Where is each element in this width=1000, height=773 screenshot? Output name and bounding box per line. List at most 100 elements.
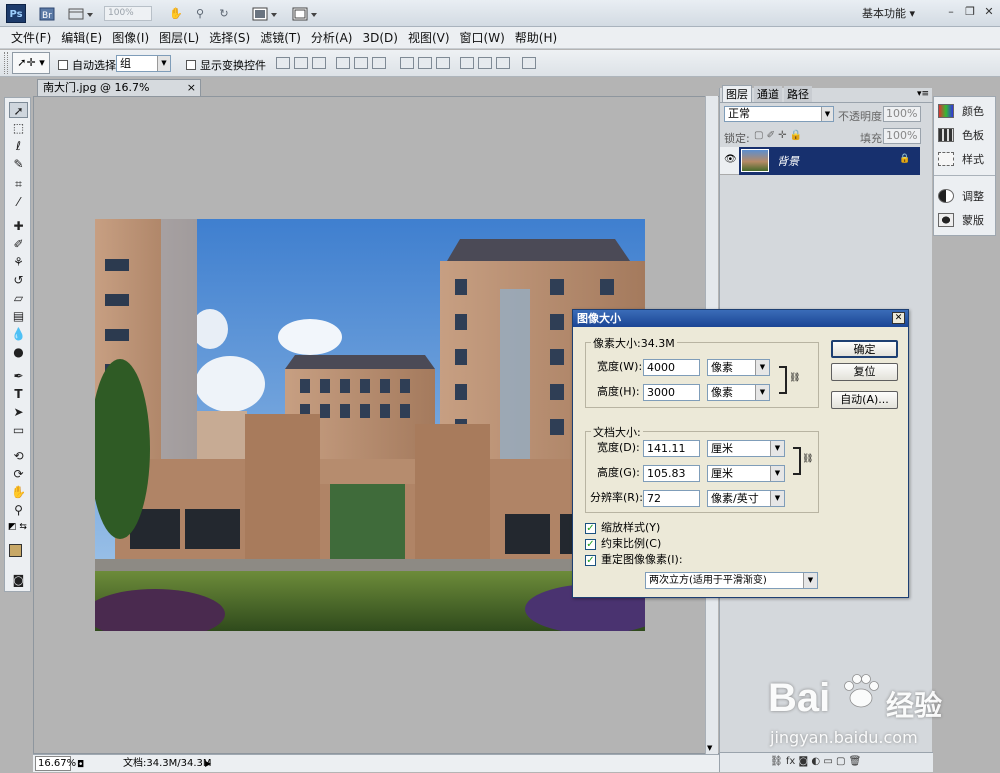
doc-width-unit-select[interactable]: 厘米 ▼ bbox=[707, 440, 785, 457]
gradient-tool-icon[interactable]: ▤ bbox=[9, 308, 28, 324]
menu-analysis[interactable]: 分析(A) bbox=[306, 27, 358, 49]
resolution-input[interactable]: 72 bbox=[643, 490, 700, 507]
resample-method-select[interactable]: 两次立方(适用于平滑渐变) ▼ bbox=[645, 572, 818, 589]
menu-edit[interactable]: 编辑(E) bbox=[56, 27, 107, 49]
adjustment-layer-icon[interactable]: ◐ bbox=[811, 756, 820, 767]
distribute-left-icon[interactable] bbox=[460, 57, 474, 69]
close-document-icon[interactable]: × bbox=[187, 80, 196, 96]
new-layer-icon[interactable]: ▢ bbox=[836, 756, 845, 767]
layer-row[interactable]: 👁 背景 🔒 bbox=[720, 147, 920, 175]
menu-filter[interactable]: 滤镜(T) bbox=[255, 27, 306, 49]
add-mask-icon[interactable]: ◙ bbox=[799, 756, 809, 767]
3d-rotate-tool-icon[interactable]: ⟲ bbox=[9, 448, 28, 464]
bridge-icon[interactable]: Br bbox=[36, 5, 58, 22]
align-bottom-icon[interactable] bbox=[312, 57, 326, 69]
minimize-icon[interactable]: – bbox=[943, 4, 959, 20]
hand-tool-icon[interactable]: ✋ bbox=[168, 5, 184, 22]
menu-layer[interactable]: 图层(L) bbox=[154, 27, 204, 49]
panel-color[interactable]: 颜色 bbox=[938, 101, 984, 121]
menu-help[interactable]: 帮助(H) bbox=[510, 27, 562, 49]
auto-align-icon[interactable] bbox=[522, 57, 536, 69]
status-arrow-icon[interactable]: ▶ bbox=[205, 756, 211, 772]
close-icon[interactable]: ✕ bbox=[981, 4, 997, 20]
document-tab[interactable]: 南大门.jpg @ 16.7%(RGB/8#) * × bbox=[37, 79, 201, 110]
pen-tool-icon[interactable]: ✒ bbox=[9, 368, 28, 384]
move-tool-icon[interactable]: ➚ bbox=[9, 102, 28, 118]
shape-tool-icon[interactable]: ▭ bbox=[9, 422, 28, 438]
panel-masks[interactable]: 蒙版 bbox=[938, 210, 984, 230]
zoom-level-combo[interactable]: 100% bbox=[104, 6, 152, 21]
layer-style-icon[interactable]: fx bbox=[786, 756, 795, 767]
restore-icon[interactable]: ❐ bbox=[962, 4, 978, 20]
dodge-tool-icon[interactable]: ● bbox=[9, 344, 28, 360]
history-brush-tool-icon[interactable]: ↺ bbox=[9, 272, 28, 288]
distribute-right-icon[interactable] bbox=[496, 57, 510, 69]
zoom-field[interactable]: 16.67% bbox=[35, 756, 76, 771]
align-left-icon[interactable] bbox=[336, 57, 350, 69]
hand-tool-icon[interactable]: ✋ bbox=[9, 484, 28, 500]
align-hcenter-icon[interactable] bbox=[354, 57, 368, 69]
zoom-tool-icon[interactable]: ⚲ bbox=[9, 502, 28, 518]
close-icon[interactable]: ✕ bbox=[892, 312, 905, 324]
delete-layer-icon[interactable]: 🗑 bbox=[849, 756, 862, 767]
menu-image[interactable]: 图像(I) bbox=[107, 27, 154, 49]
align-vcenter-icon[interactable] bbox=[294, 57, 308, 69]
constrain-proportions-checkbox[interactable]: ✓ bbox=[585, 538, 596, 550]
show-transform-checkbox[interactable] bbox=[186, 60, 196, 70]
visibility-eye-icon[interactable]: 👁 bbox=[724, 154, 737, 165]
reset-button[interactable]: 复位 bbox=[831, 363, 898, 381]
resolution-unit-select[interactable]: 像素/英寸 ▼ bbox=[707, 490, 785, 507]
blur-tool-icon[interactable]: 💧 bbox=[9, 326, 28, 342]
scale-styles-checkbox[interactable]: ✓ bbox=[585, 522, 596, 534]
blend-mode-dropdown[interactable]: 正常 ▼ bbox=[724, 106, 834, 122]
zoom-tool-icon[interactable]: ⚲ bbox=[192, 5, 208, 22]
auto-button[interactable]: 自动(A)... bbox=[831, 391, 898, 409]
eyedropper-tool-icon[interactable]: ⁄ bbox=[9, 194, 28, 210]
height-unit-select[interactable]: 像素 ▼ bbox=[707, 384, 770, 401]
distribute-hcenter-icon[interactable] bbox=[478, 57, 492, 69]
auto-select-dropdown[interactable]: 组 ▼ bbox=[116, 55, 171, 72]
rotate-view-icon[interactable]: ↻ bbox=[216, 5, 232, 22]
clone-stamp-tool-icon[interactable]: ⚘ bbox=[9, 254, 28, 270]
menu-3d[interactable]: 3D(D) bbox=[357, 27, 402, 49]
panel-swatches[interactable]: 色板 bbox=[938, 125, 984, 145]
tab-channels[interactable]: 通道 bbox=[754, 86, 782, 102]
status-menu-icon[interactable]: ◘ bbox=[77, 757, 84, 773]
new-group-icon[interactable]: ▭ bbox=[823, 756, 832, 767]
auto-select-checkbox[interactable] bbox=[58, 60, 68, 70]
width-input[interactable]: 4000 bbox=[643, 359, 700, 376]
align-top-icon[interactable] bbox=[276, 57, 290, 69]
distribute-top-icon[interactable] bbox=[400, 57, 414, 69]
menu-view[interactable]: 视图(V) bbox=[403, 27, 455, 49]
workspace-switcher[interactable]: 基本功能 ▾ bbox=[862, 5, 915, 23]
tab-layers[interactable]: 图层 bbox=[722, 85, 752, 102]
doc-height-unit-select[interactable]: 厘米 ▼ bbox=[707, 465, 785, 482]
eraser-tool-icon[interactable]: ▱ bbox=[9, 290, 28, 306]
3d-orbit-tool-icon[interactable]: ⟳ bbox=[9, 466, 28, 482]
panel-menu-icon[interactable]: ▾≡ bbox=[917, 89, 929, 99]
tool-preset-picker[interactable]: ➚✛ ▾ bbox=[12, 52, 50, 74]
doc-width-input[interactable]: 141.11 bbox=[643, 440, 700, 457]
quick-select-tool-icon[interactable]: ✎ bbox=[9, 156, 28, 172]
crop-tool-icon[interactable]: ⌗ bbox=[9, 176, 28, 192]
brush-tool-icon[interactable]: ✐ bbox=[9, 236, 28, 252]
menu-window[interactable]: 窗口(W) bbox=[455, 27, 510, 49]
align-right-icon[interactable] bbox=[372, 57, 386, 69]
menu-file[interactable]: 文件(F) bbox=[6, 27, 56, 49]
doc-height-input[interactable]: 105.83 bbox=[643, 465, 700, 482]
arrange-documents-icon[interactable] bbox=[250, 5, 280, 22]
view-extras-icon[interactable] bbox=[66, 5, 96, 22]
resample-checkbox[interactable]: ✓ bbox=[585, 554, 596, 566]
ok-button[interactable]: 确定 bbox=[831, 340, 898, 358]
fill-field[interactable]: 100% bbox=[883, 128, 921, 144]
swap-colors-icon[interactable]: ◩ ⇆ bbox=[8, 522, 28, 534]
healing-brush-tool-icon[interactable]: ✚ bbox=[9, 218, 28, 234]
quick-mask-icon[interactable]: ◙ bbox=[9, 572, 28, 588]
distribute-vcenter-icon[interactable] bbox=[418, 57, 432, 69]
opacity-field[interactable]: 100% bbox=[883, 106, 921, 122]
link-layers-icon[interactable]: ⛓ bbox=[770, 756, 783, 767]
type-tool-icon[interactable]: T bbox=[9, 386, 28, 402]
panel-styles[interactable]: 样式 bbox=[938, 149, 984, 169]
screen-mode-icon[interactable] bbox=[290, 5, 320, 22]
height-input[interactable]: 3000 bbox=[643, 384, 700, 401]
